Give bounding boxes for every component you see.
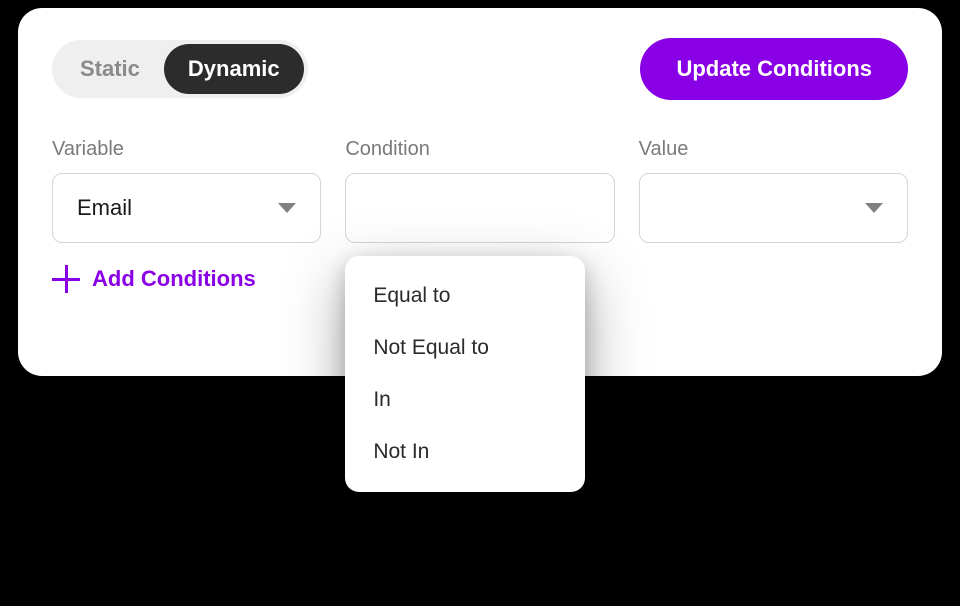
chevron-down-icon (865, 203, 883, 213)
condition-label: Condition (345, 138, 614, 161)
variable-field-group: Variable Email (52, 138, 321, 243)
mode-toggle: Static Dynamic (52, 40, 308, 98)
option-label: Not Equal to (373, 336, 489, 359)
variable-label: Variable (52, 138, 321, 161)
variable-value: Email (77, 195, 132, 221)
condition-option-in[interactable]: In (345, 374, 585, 426)
value-select[interactable] (639, 173, 908, 243)
value-field-group: Value (639, 138, 908, 243)
toggle-dynamic[interactable]: Dynamic (164, 44, 304, 94)
toggle-static-label: Static (80, 56, 140, 81)
condition-option-not-equal[interactable]: Not Equal to (345, 322, 585, 374)
toggle-static[interactable]: Static (56, 44, 164, 94)
value-label: Value (639, 138, 908, 161)
variable-select[interactable]: Email (52, 173, 321, 243)
add-conditions-label: Add Conditions (92, 266, 256, 292)
update-button-label: Update Conditions (676, 56, 872, 81)
option-label: In (373, 388, 391, 411)
fields-row: Variable Email Condition Equal to Not Eq… (52, 138, 908, 243)
condition-select[interactable] (345, 173, 614, 243)
add-conditions-button[interactable]: Add Conditions (52, 265, 256, 293)
condition-option-equal[interactable]: Equal to (345, 270, 585, 322)
condition-field-group: Condition Equal to Not Equal to In Not I… (345, 138, 614, 243)
top-row: Static Dynamic Update Conditions (52, 38, 908, 100)
option-label: Not In (373, 440, 429, 463)
plus-icon (52, 265, 80, 293)
condition-dropdown-menu: Equal to Not Equal to In Not In (345, 256, 585, 492)
conditions-card: Static Dynamic Update Conditions Variabl… (18, 8, 942, 376)
update-conditions-button[interactable]: Update Conditions (640, 38, 908, 100)
chevron-down-icon (278, 203, 296, 213)
toggle-dynamic-label: Dynamic (188, 56, 280, 81)
condition-option-not-in[interactable]: Not In (345, 426, 585, 478)
option-label: Equal to (373, 284, 450, 307)
